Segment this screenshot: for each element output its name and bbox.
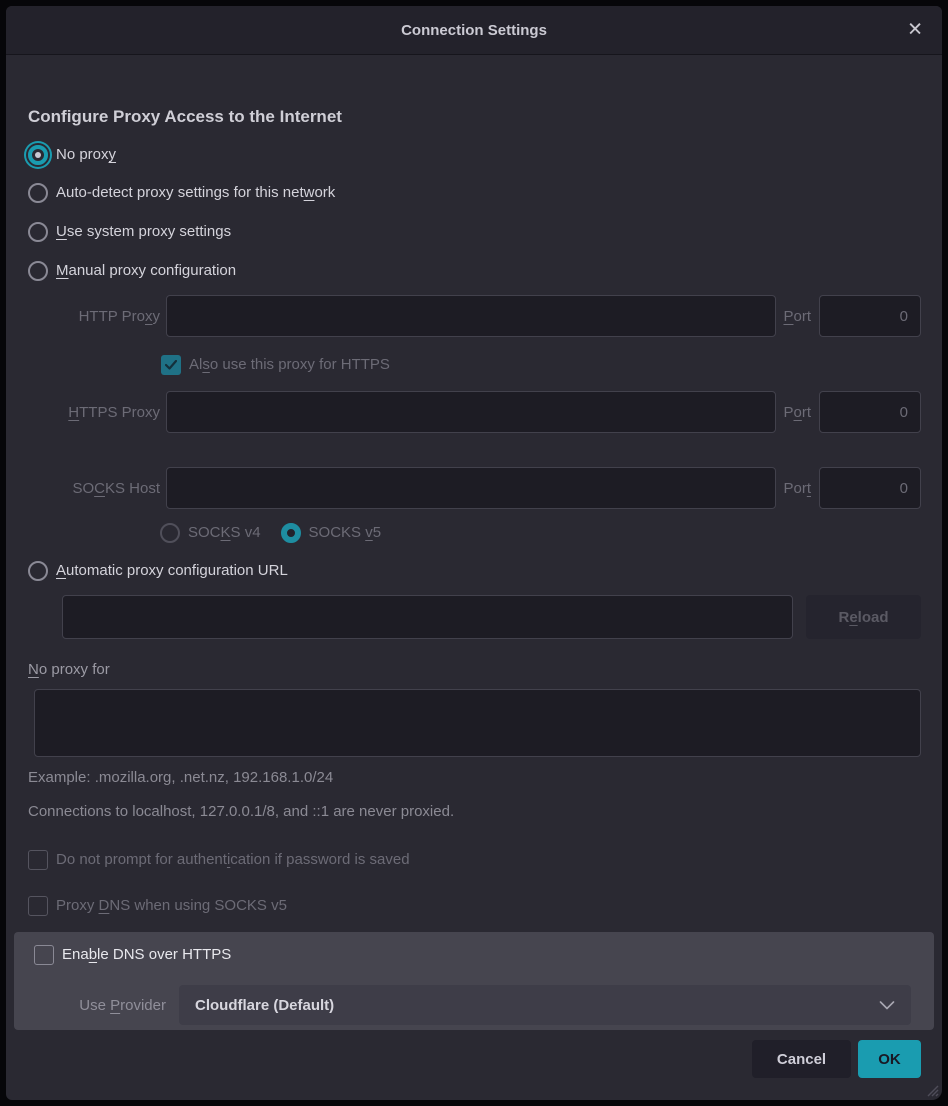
also-https-row[interactable]: Also use this proxy for HTTPS <box>161 355 921 375</box>
radio-system-proxy-label: Use system proxy settings <box>56 222 231 242</box>
close-icon[interactable]: ✕ <box>901 17 929 44</box>
enable-doh-row[interactable]: Enable DNS over HTTPS <box>34 945 911 965</box>
dns-over-https-section: Enable DNS over HTTPS Use Provider Cloud… <box>14 932 934 1030</box>
radio-socks-v4[interactable]: SOCKS v4 <box>160 523 261 543</box>
socks-host-label: SOCKS Host <box>28 480 160 497</box>
provider-dropdown[interactable]: Cloudflare (Default) <box>179 985 911 1025</box>
radio-manual-proxy[interactable]: Manual proxy configuration <box>28 261 921 281</box>
proxy-dns-checkbox[interactable] <box>28 896 48 916</box>
radio-button[interactable] <box>28 222 48 242</box>
ok-button[interactable]: OK <box>858 1040 921 1078</box>
http-proxy-label: HTTP Proxy <box>28 308 160 325</box>
cancel-button[interactable]: Cancel <box>752 1040 851 1078</box>
no-prompt-auth-label: Do not prompt for authentication if pass… <box>56 850 410 870</box>
dialog-titlebar: Connection Settings ✕ <box>6 6 942 55</box>
enable-doh-checkbox[interactable] <box>34 945 54 965</box>
auto-config-url-label: Automatic proxy configuration URL <box>56 561 288 581</box>
enable-doh-label: Enable DNS over HTTPS <box>62 945 231 965</box>
dialog-footer: Cancel OK <box>28 1040 921 1078</box>
http-port-input[interactable] <box>819 295 921 337</box>
proxy-dns-row[interactable]: Proxy DNS when using SOCKS v5 <box>28 896 921 916</box>
radio-button[interactable] <box>160 523 180 543</box>
radio-socks-v5[interactable]: SOCKS v5 <box>281 523 382 543</box>
radio-button[interactable] <box>28 561 48 581</box>
checkmark-icon <box>165 360 177 370</box>
no-prompt-auth-checkbox[interactable] <box>28 850 48 870</box>
socks-host-row: SOCKS Host Port <box>28 467 921 509</box>
radio-system-proxy[interactable]: Use system proxy settings <box>28 222 921 242</box>
socks-port-label: Port <box>783 480 811 497</box>
also-https-label: Also use this proxy for HTTPS <box>189 355 390 375</box>
resize-grip-icon[interactable] <box>924 1082 939 1097</box>
page-title: Configure Proxy Access to the Internet <box>28 105 921 129</box>
https-port-input[interactable] <box>819 391 921 433</box>
radio-button-selected[interactable] <box>28 145 48 165</box>
use-provider-label: Use Provider <box>34 997 166 1014</box>
radio-manual-proxy-label: Manual proxy configuration <box>56 261 236 281</box>
reload-button[interactable]: Reload <box>806 595 921 639</box>
radio-button[interactable] <box>28 183 48 203</box>
dialog-content: Configure Proxy Access to the Internet N… <box>6 105 942 1078</box>
no-proxy-for-label: No proxy for <box>28 660 921 680</box>
auto-config-url-row: Reload <box>62 595 921 639</box>
radio-auto-detect[interactable]: Auto-detect proxy settings for this netw… <box>28 183 921 203</box>
no-proxy-for-textarea[interactable] <box>34 689 921 757</box>
https-proxy-input[interactable] <box>166 391 776 433</box>
socks-host-input[interactable] <box>166 467 776 509</box>
radio-no-proxy[interactable]: No proxy <box>28 145 921 165</box>
socks-v4-label: SOCKS v4 <box>188 523 261 543</box>
radio-auto-detect-label: Auto-detect proxy settings for this netw… <box>56 183 335 203</box>
http-proxy-row: HTTP Proxy Port <box>28 295 921 337</box>
no-prompt-auth-row[interactable]: Do not prompt for authentication if pass… <box>28 850 921 870</box>
socks-v5-label: SOCKS v5 <box>309 523 382 543</box>
connection-settings-dialog: Connection Settings ✕ Configure Proxy Ac… <box>6 6 942 1100</box>
localhost-hint: Connections to localhost, 127.0.0.1/8, a… <box>28 801 921 822</box>
radio-auto-config-url[interactable]: Automatic proxy configuration URL <box>28 561 921 581</box>
auto-config-url-input[interactable] <box>62 595 793 639</box>
radio-no-proxy-label: No proxy <box>56 145 116 165</box>
radio-button[interactable] <box>28 261 48 281</box>
also-https-checkbox[interactable] <box>161 355 181 375</box>
dialog-title: Connection Settings <box>401 22 547 39</box>
socks-port-input[interactable] <box>819 467 921 509</box>
radio-button-selected[interactable] <box>281 523 301 543</box>
proxy-dns-label: Proxy DNS when using SOCKS v5 <box>56 896 287 916</box>
socks-version-row: SOCKS v4 SOCKS v5 <box>160 523 921 543</box>
https-port-label: Port <box>783 404 811 421</box>
provider-row: Use Provider Cloudflare (Default) <box>34 985 911 1025</box>
https-proxy-label: HTTPS Proxy <box>28 404 160 421</box>
provider-dropdown-value: Cloudflare (Default) <box>195 997 334 1014</box>
http-port-label: Port <box>783 308 811 325</box>
no-proxy-example-hint: Example: .mozilla.org, .net.nz, 192.168.… <box>28 767 921 788</box>
http-proxy-input[interactable] <box>166 295 776 337</box>
https-proxy-row: HTTPS Proxy Port <box>28 391 921 433</box>
chevron-down-icon <box>879 1001 895 1010</box>
